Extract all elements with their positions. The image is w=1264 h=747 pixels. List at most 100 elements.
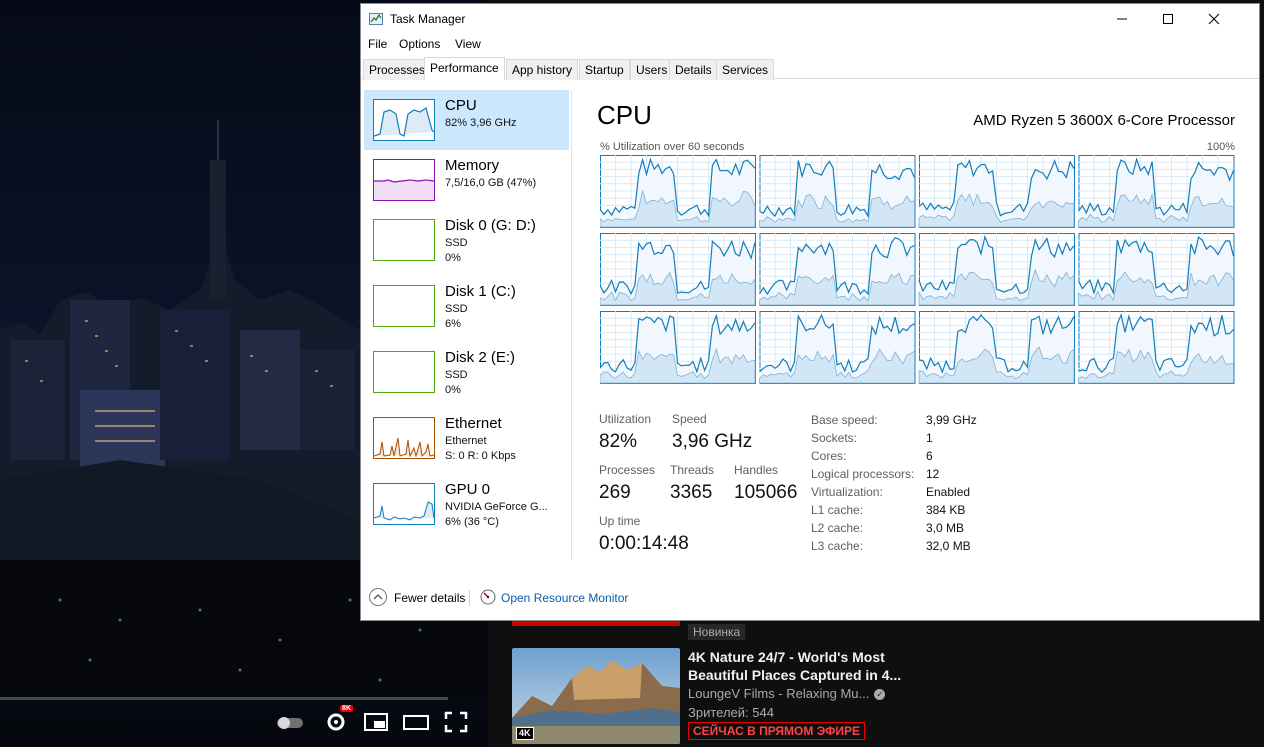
close-button[interactable] (1191, 4, 1237, 34)
video-progress-bar[interactable] (0, 697, 448, 700)
footer-bar: Fewer details Open Resource Monitor (361, 584, 1259, 612)
logical-processor-graph (600, 155, 756, 228)
spec-l1-cache-label: L1 cache: (811, 503, 864, 517)
sidebar-disk1-name: Disk 1 (C:) (445, 283, 516, 300)
autoplay-toggle[interactable] (276, 709, 304, 735)
sidebar-item-gpu0[interactable]: GPU 0 NVIDIA GeForce G... 6% (36 °C) (364, 474, 569, 534)
handles-value: 105066 (734, 482, 798, 503)
sidebar-disk2-type: SSD (445, 369, 468, 381)
task-manager-window: Task Manager File Options View Processes… (360, 3, 1260, 621)
sidebar-cpu-detail: 82% 3,96 GHz (445, 117, 517, 129)
4k-badge: 4K (516, 727, 534, 740)
cpu-model-name: AMD Ryzen 5 3600X 6-Core Processor (973, 112, 1235, 129)
sidebar-disk1-type: SSD (445, 303, 468, 315)
disk0-mini-graph (373, 219, 435, 261)
ethernet-mini-graph (373, 417, 435, 459)
tab-details[interactable]: Details (669, 59, 718, 80)
uptime-value: 0:00:14:48 (599, 533, 689, 554)
tab-startup[interactable]: Startup (579, 59, 630, 80)
sidebar-ethernet-adapter: Ethernet (445, 435, 487, 447)
menu-bar: File Options View (361, 34, 1259, 56)
sidebar-item-memory[interactable]: Memory 7,5/16,0 GB (47%) (364, 150, 569, 210)
cpu-mini-graph (373, 99, 435, 141)
theater-mode-button[interactable] (402, 709, 430, 735)
spec-base-speed-value: 3,99 GHz (926, 413, 977, 427)
footer-divider (469, 590, 470, 606)
spec-l2-cache-value: 3,0 MB (926, 521, 965, 535)
fewer-details-button[interactable] (369, 588, 387, 606)
spec-cores-value: 6 (926, 449, 933, 463)
handles-label: Handles (734, 463, 779, 477)
video-title[interactable]: 4K Nature 24/7 - World's Most Beautiful … (688, 648, 908, 684)
threads-label: Threads (670, 463, 715, 477)
uptime-label: Up time (599, 514, 641, 528)
tab-users[interactable]: Users (630, 59, 674, 80)
logical-processor-graph (600, 233, 756, 306)
spec-virtualization-label: Virtualization: (811, 485, 883, 499)
theater-icon (403, 715, 429, 730)
channel-name[interactable]: LoungeV Films - Relaxing Mu... ✓ (688, 686, 886, 701)
maximize-button[interactable] (1145, 4, 1191, 34)
menu-view[interactable]: View (455, 37, 481, 51)
spec-logical-processors-value: 12 (926, 467, 940, 481)
sidebar-disk0-type: SSD (445, 237, 468, 249)
sidebar-cpu-name: CPU (445, 97, 477, 114)
desktop: 8K Новинка 4K 4K Nature 24/7 - World's M… (0, 0, 1264, 747)
spec-l3-cache-value: 32,0 MB (926, 539, 971, 553)
logical-processor-graph (758, 233, 916, 306)
chevron-up-icon (373, 594, 383, 600)
logical-processor-graph (759, 311, 916, 384)
fewer-details-link[interactable]: Fewer details (394, 591, 465, 605)
sidebar-disk2-usage: 0% (445, 384, 461, 396)
sidebar-item-disk1[interactable]: Disk 1 (C:) SSD 6% (364, 276, 569, 336)
threads-value: 3365 (670, 482, 713, 503)
title-bar[interactable]: Task Manager (361, 4, 1259, 34)
tab-services[interactable]: Services (716, 59, 775, 80)
utilization-graph-label: % Utilization over 60 seconds (600, 141, 745, 153)
tab-performance[interactable]: Performance (424, 57, 505, 80)
processes-value: 269 (599, 482, 631, 503)
fullscreen-icon (444, 711, 468, 733)
sidebar-item-disk0[interactable]: Disk 0 (G: D:) SSD 0% (364, 210, 569, 270)
task-manager-app-icon (369, 13, 383, 25)
sidebar-gpu0-usage: 6% (36 °C) (445, 516, 499, 528)
close-icon (1208, 13, 1220, 25)
spec-sockets-label: Sockets: (811, 431, 858, 445)
sidebar-disk0-name: Disk 0 (G: D:) (445, 217, 536, 234)
miniplayer-button[interactable] (362, 709, 390, 735)
settings-button[interactable]: 8K (322, 705, 353, 735)
sidebar-item-cpu[interactable]: CPU 82% 3,96 GHz (364, 90, 569, 150)
spec-l3-cache-label: L3 cache: (811, 539, 864, 553)
resource-monitor-icon (480, 589, 496, 605)
viewer-count: Зрителей: 544 (688, 705, 774, 720)
video-thumbnail[interactable]: 4K (512, 648, 680, 744)
player-quality-badge: 8K (340, 705, 353, 712)
tab-app-history[interactable]: App history (506, 59, 579, 80)
memory-mini-graph (373, 159, 435, 201)
gear-icon (327, 713, 345, 731)
sidebar-item-disk2[interactable]: Disk 2 (E:) SSD 0% (364, 342, 569, 402)
minimize-button[interactable] (1099, 4, 1145, 34)
disk1-mini-graph (373, 285, 435, 327)
open-resource-monitor-link[interactable]: Open Resource Monitor (501, 591, 628, 605)
performance-pane: CPU 82% 3,96 GHz Memory 7,5/16,0 GB (47%… (361, 80, 1259, 573)
sidebar-gpu0-model: NVIDIA GeForce G... (445, 501, 548, 513)
sidebar-gpu0-name: GPU 0 (445, 481, 491, 498)
logical-processor-graphs[interactable] (600, 155, 1235, 387)
video-controls: 8K (0, 697, 490, 747)
recommended-video[interactable]: 4K 4K Nature 24/7 - World's Most Beautif… (512, 648, 1252, 744)
pane-splitter[interactable] (571, 90, 572, 560)
speed-label: Speed (672, 412, 707, 426)
tab-processes[interactable]: Processes (363, 59, 432, 80)
fullscreen-button[interactable] (442, 709, 470, 735)
logical-processor-graph (1078, 311, 1235, 384)
sidebar-item-ethernet[interactable]: Ethernet Ethernet S: 0 R: 0 Kbps (364, 408, 569, 468)
channel-name-text: LoungeV Films - Relaxing Mu... (688, 686, 870, 701)
menu-file[interactable]: File (368, 37, 387, 51)
spec-l1-cache-value: 384 KB (926, 503, 966, 517)
verified-icon: ✓ (874, 689, 886, 701)
menu-options[interactable]: Options (399, 37, 440, 51)
cpu-heading: CPU (597, 100, 652, 130)
sidebar-disk2-name: Disk 2 (E:) (445, 349, 516, 366)
logical-processor-graph (918, 233, 1075, 306)
